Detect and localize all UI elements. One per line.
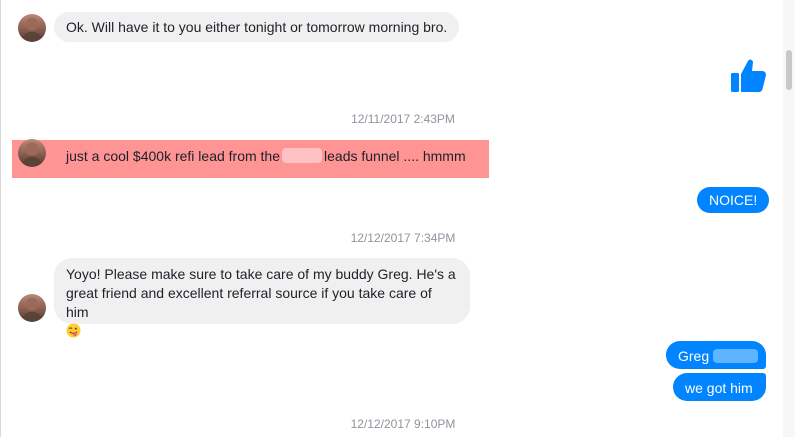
outgoing-message[interactable]: NOICE! <box>697 187 770 213</box>
timestamp: 12/12/2017 7:34PM <box>350 231 456 245</box>
thumbs-up-icon[interactable] <box>728 56 768 96</box>
incoming-message[interactable]: Ok. Will have it to you either tonight o… <box>54 12 460 42</box>
timestamp: 12/12/2017 9:10PM <box>350 417 456 431</box>
outgoing-message[interactable]: we got him <box>673 373 766 401</box>
message-text: NOICE! <box>709 192 758 208</box>
redacted-text <box>282 148 323 163</box>
avatar[interactable] <box>18 294 46 322</box>
pane-border <box>0 0 1 437</box>
winking-tongue-emoji-icon <box>66 323 81 338</box>
message-text: leads funnel .... hmmm <box>324 148 466 164</box>
incoming-message[interactable]: Yoyo! Please make sure to take care of m… <box>54 258 470 338</box>
incoming-message[interactable]: just a cool $400k refi lead from the lead… <box>54 142 478 172</box>
avatar[interactable] <box>18 14 46 42</box>
message-text: Ok. Will have it to you either tonight o… <box>66 19 448 35</box>
redacted-text <box>713 349 759 363</box>
avatar[interactable] <box>18 139 46 167</box>
scrollbar-thumb[interactable] <box>786 50 792 90</box>
message-text-line: great friend and excellent referral sour… <box>66 285 432 320</box>
outgoing-message[interactable]: Greg <box>666 341 766 369</box>
message-text: just a cool $400k refi lead from the <box>66 148 281 164</box>
message-text: we got him <box>685 380 753 396</box>
timestamp: 12/11/2017 2:43PM <box>351 112 455 126</box>
message-text-line: Yoyo! Please make sure to take care of m… <box>66 266 456 282</box>
message-text: Greg <box>678 348 710 364</box>
